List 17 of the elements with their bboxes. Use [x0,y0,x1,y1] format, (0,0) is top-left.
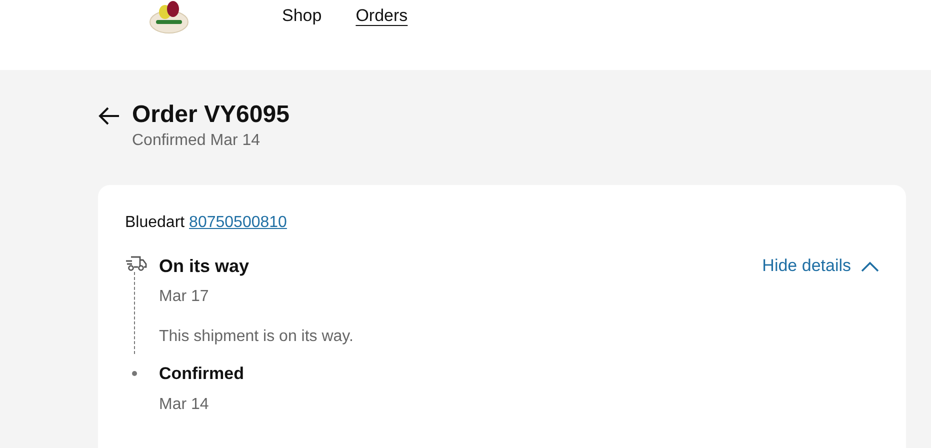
order-subtitle: Confirmed Mar 14 [132,132,262,150]
order-title: Order VY6095 [132,100,290,130]
status-title: On its way [159,255,250,278]
truck-icon [125,254,147,272]
status-note: This shipment is on its way. [159,327,354,347]
nav-link[interactable]: Orders [356,6,408,26]
nav-link[interactable]: Shop [282,6,322,26]
back-arrow-icon[interactable] [98,105,120,127]
tracking-link[interactable]: 80750500810 [189,214,287,231]
carrier-name: Bluedart [125,214,185,231]
chevron-up-icon [861,260,879,272]
status-title: Confirmed [159,363,244,385]
status-date: Mar 14 [159,395,210,415]
status-date: Mar 17 [159,287,210,307]
status-dot [132,371,137,376]
toggle-details-button[interactable]: Hide details [762,256,879,276]
logo-icon [148,0,190,34]
